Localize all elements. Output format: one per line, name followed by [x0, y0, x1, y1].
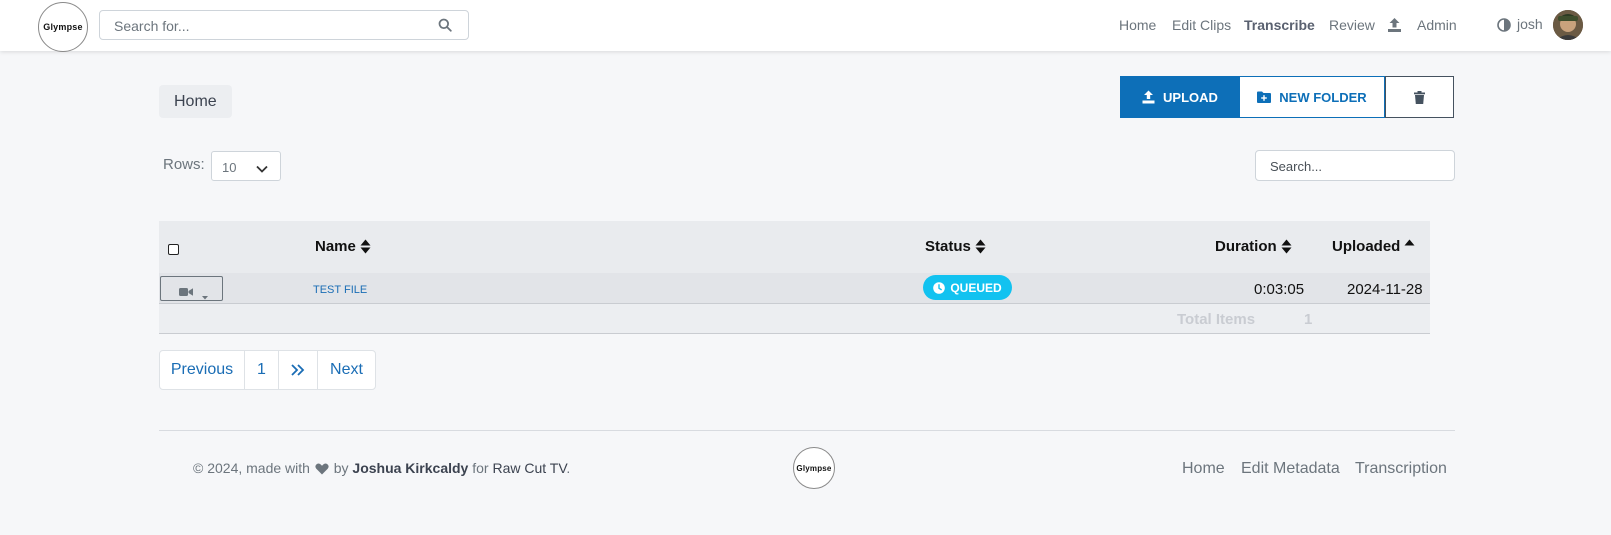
upload-button-label: UPLOAD — [1163, 89, 1218, 105]
trash-icon — [1414, 90, 1425, 104]
pagination: Previous 1 Next — [159, 350, 376, 390]
rows-per-page-value: 10 — [222, 160, 237, 175]
footer-credit: © 2024, made with by Joshua Kirkcaldy fo… — [193, 460, 571, 478]
status-badge: QUEUED — [923, 275, 1012, 300]
brand-logo-text: Glympse — [43, 22, 83, 32]
breadcrumb: Home — [159, 85, 232, 118]
duration-cell: 0:03:05 — [1254, 281, 1305, 298]
user-name[interactable]: josh — [1517, 16, 1543, 32]
brand-logo[interactable]: Glympse — [38, 2, 88, 52]
nav-admin[interactable]: Admin — [1417, 17, 1457, 33]
sort-icon — [975, 239, 986, 254]
new-folder-button-label: NEW FOLDER — [1279, 89, 1367, 105]
double-chevron-right-icon — [291, 364, 305, 376]
user-avatar[interactable] — [1553, 10, 1583, 40]
rows-per-page-select[interactable]: 10 — [211, 151, 281, 181]
column-header-uploaded[interactable]: Uploaded — [1332, 238, 1415, 255]
pagination-last[interactable] — [278, 351, 317, 389]
column-header-status[interactable]: Status — [925, 238, 986, 255]
total-items-value: 1 — [1304, 311, 1313, 328]
footer-link-edit-metadata[interactable]: Edit Metadata — [1241, 460, 1340, 478]
file-actions-toolbar: UPLOAD NEW FOLDER — [1120, 76, 1454, 118]
table-header: Name Status Duration Uploaded — [159, 221, 1430, 273]
pagination-page-1[interactable]: 1 — [244, 351, 278, 389]
column-header-duration[interactable]: Duration — [1215, 238, 1292, 255]
column-header-name[interactable]: Name — [315, 238, 371, 255]
footer-link-home[interactable]: Home — [1182, 460, 1225, 478]
pagination-previous[interactable]: Previous — [160, 351, 244, 389]
rows-label: Rows: — [163, 156, 205, 173]
nav-review[interactable]: Review — [1329, 17, 1375, 33]
pagination-next[interactable]: Next — [317, 351, 375, 389]
author-link[interactable]: Joshua Kirkcaldy — [352, 460, 468, 476]
file-name-link[interactable]: TEST FILE — [313, 284, 367, 296]
row-actions-dropdown[interactable] — [160, 276, 223, 301]
clock-icon — [933, 281, 946, 294]
footer-logo: Glympse — [793, 447, 835, 489]
heart-icon — [315, 462, 329, 478]
video-camera-icon — [179, 284, 193, 302]
global-search-input[interactable] — [112, 17, 436, 35]
sort-icon — [360, 239, 371, 254]
uploaded-cell: 2024-11-28 — [1347, 281, 1423, 298]
new-folder-button[interactable]: NEW FOLDER — [1240, 76, 1385, 118]
total-items-label: Total Items — [1177, 311, 1256, 328]
sort-icon — [1281, 239, 1292, 254]
folder-plus-icon — [1257, 91, 1272, 103]
breadcrumb-home[interactable]: Home — [174, 93, 217, 111]
table-search-input[interactable] — [1268, 158, 1442, 175]
nav-transcribe[interactable]: Transcribe — [1244, 17, 1315, 33]
delete-button[interactable] — [1385, 76, 1454, 118]
global-search — [99, 10, 469, 40]
chevron-down-icon — [256, 161, 268, 176]
sort-ascending-icon — [1404, 239, 1415, 246]
upload-nav-icon[interactable] — [1387, 17, 1402, 38]
footer-link-transcription[interactable]: Transcription — [1355, 460, 1447, 478]
top-navbar: Glympse Home Edit Clips Transcribe Revie… — [0, 0, 1611, 52]
table-row: TEST FILE QUEUED 0:03:05 2024-11-28 — [159, 273, 1430, 304]
company-link[interactable]: Raw Cut TV — [492, 460, 566, 476]
nav-home[interactable]: Home — [1119, 17, 1156, 33]
theme-toggle-icon[interactable] — [1497, 18, 1511, 37]
upload-icon — [1142, 90, 1155, 104]
upload-button[interactable]: UPLOAD — [1120, 76, 1240, 118]
select-all-checkbox[interactable] — [168, 244, 179, 255]
search-icon[interactable] — [438, 18, 452, 37]
table-footer: Total Items 1 — [159, 304, 1430, 334]
table-search — [1255, 150, 1455, 181]
caret-down-icon — [202, 287, 208, 305]
nav-edit-clips[interactable]: Edit Clips — [1172, 17, 1231, 33]
footer-divider — [159, 430, 1455, 431]
